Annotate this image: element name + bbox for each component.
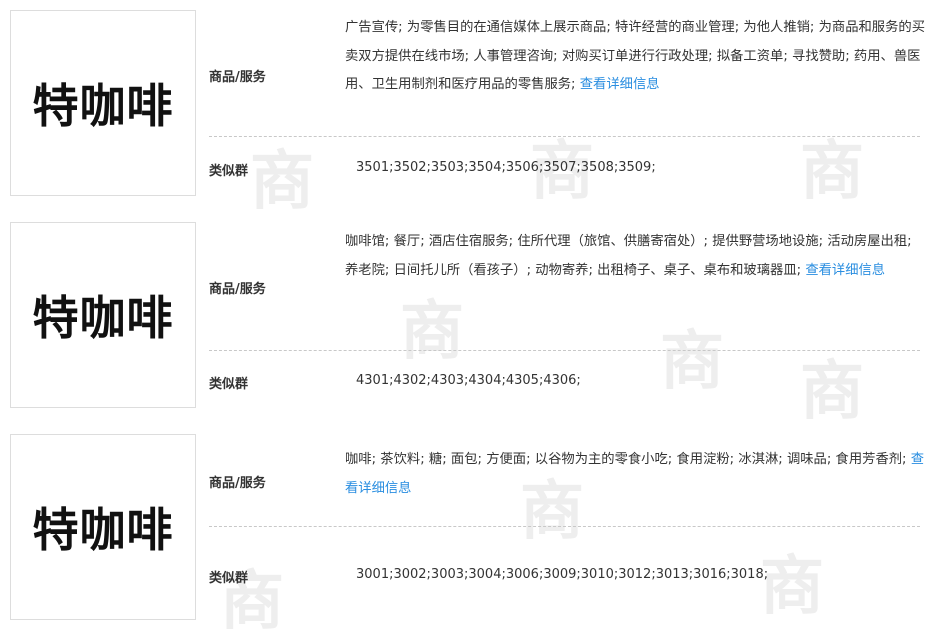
goods-services-list: 咖啡; 茶饮料; 糖; 面包; 方便面; 以谷物为主的零食小吃; 食用淀粉; 冰…	[345, 452, 911, 467]
goods-services-label: 商品/服务	[209, 70, 266, 85]
trademark-record: 特咖啡 商品/服务 咖啡馆; 餐厅; 酒店住宿服务; 住所代理（旅馆、供膳寄宿处…	[10, 222, 922, 412]
row-divider	[209, 526, 920, 527]
goods-services-text: 咖啡; 茶饮料; 糖; 面包; 方便面; 以谷物为主的零食小吃; 食用淀粉; 冰…	[345, 446, 925, 503]
trademark-logo[interactable]: 特咖啡	[10, 222, 196, 408]
view-details-link[interactable]: 查看详细信息	[580, 77, 660, 92]
trademark-logo[interactable]: 特咖啡	[10, 10, 196, 196]
trademark-logo[interactable]: 特咖啡	[10, 434, 196, 620]
trademark-logo-text: 特咖啡	[32, 291, 174, 345]
similar-group-label: 类似群	[209, 377, 249, 392]
row-divider	[209, 136, 920, 137]
trademark-record: 特咖啡 商品/服务 咖啡; 茶饮料; 糖; 面包; 方便面; 以谷物为主的零食小…	[10, 434, 925, 624]
similar-group-label: 类似群	[209, 164, 249, 179]
similar-group-codes: 3001;3002;3003;3004;3006;3009;3010;3012;…	[356, 567, 769, 582]
goods-services-text: 咖啡馆; 餐厅; 酒店住宿服务; 住所代理（旅馆、供膳寄宿处）; 提供野营场地设…	[345, 228, 925, 285]
trademark-logo-text: 特咖啡	[32, 79, 174, 133]
similar-group-codes: 3501;3502;3503;3504;3506;3507;3508;3509;	[356, 160, 656, 175]
similar-group-label: 类似群	[209, 571, 249, 586]
view-details-link[interactable]: 查看详细信息	[805, 263, 885, 278]
goods-services-label: 商品/服务	[209, 476, 266, 491]
row-divider	[209, 350, 920, 351]
trademark-record: 特咖啡 商品/服务 广告宣传; 为零售目的在通信媒体上展示商品; 特许经营的商业…	[10, 10, 925, 200]
similar-group-codes: 4301;4302;4303;4304;4305;4306;	[356, 373, 581, 388]
goods-services-label: 商品/服务	[209, 282, 266, 297]
goods-services-text: 广告宣传; 为零售目的在通信媒体上展示商品; 特许经营的商业管理; 为他人推销;…	[345, 14, 925, 100]
trademark-logo-text: 特咖啡	[32, 503, 174, 557]
